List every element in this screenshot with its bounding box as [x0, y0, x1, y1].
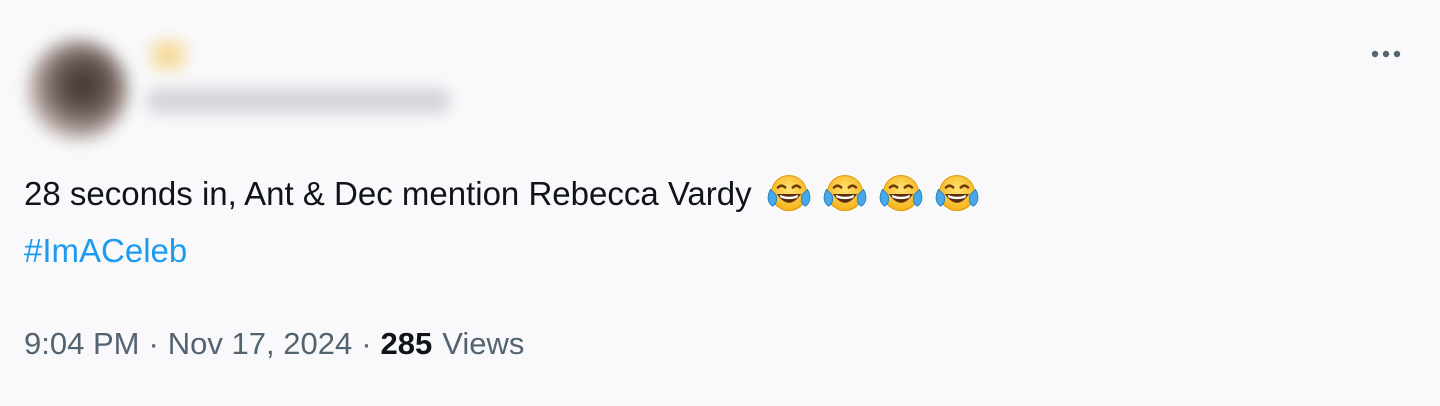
meta-separator: · — [361, 326, 372, 361]
hashtag-link[interactable]: #ImACeleb — [24, 222, 187, 279]
tweet-time[interactable]: 9:04 PM — [24, 322, 139, 366]
tweet-text-line: 28 seconds in, Ant & Dec mention Rebecca… — [24, 165, 1404, 222]
tweet-hashtag-line: #ImACeleb — [24, 222, 1404, 279]
face-with-tears-of-joy-icon — [935, 174, 978, 211]
tweet-card: 28 seconds in, Ant & Dec mention Rebecca… — [0, 0, 1440, 406]
face-with-tears-of-joy-icon — [879, 174, 922, 211]
tweet-body: 28 seconds in, Ant & Dec mention Rebecca… — [24, 175, 752, 212]
views-count[interactable]: 285 — [381, 322, 433, 366]
more-horizontal-icon — [1371, 50, 1401, 58]
tweet-text: 28 seconds in, Ant & Dec mention Rebecca… — [24, 165, 1404, 279]
tweet-date[interactable]: Nov 17, 2024 — [168, 322, 352, 366]
face-with-tears-of-joy-icon — [767, 174, 810, 211]
views-label[interactable]: Views — [442, 322, 524, 366]
author-name-blurred[interactable] — [148, 38, 188, 72]
face-with-tears-of-joy-icon — [823, 174, 866, 211]
more-options-button[interactable] — [1366, 40, 1406, 68]
meta-separator: · — [148, 326, 159, 361]
emoji-group — [764, 171, 982, 217]
author-handle-blurred[interactable] — [146, 88, 451, 114]
tweet-meta: 9:04 PM · Nov 17, 2024 · 285 Views — [24, 322, 524, 366]
author-avatar-blurred[interactable] — [28, 40, 128, 140]
